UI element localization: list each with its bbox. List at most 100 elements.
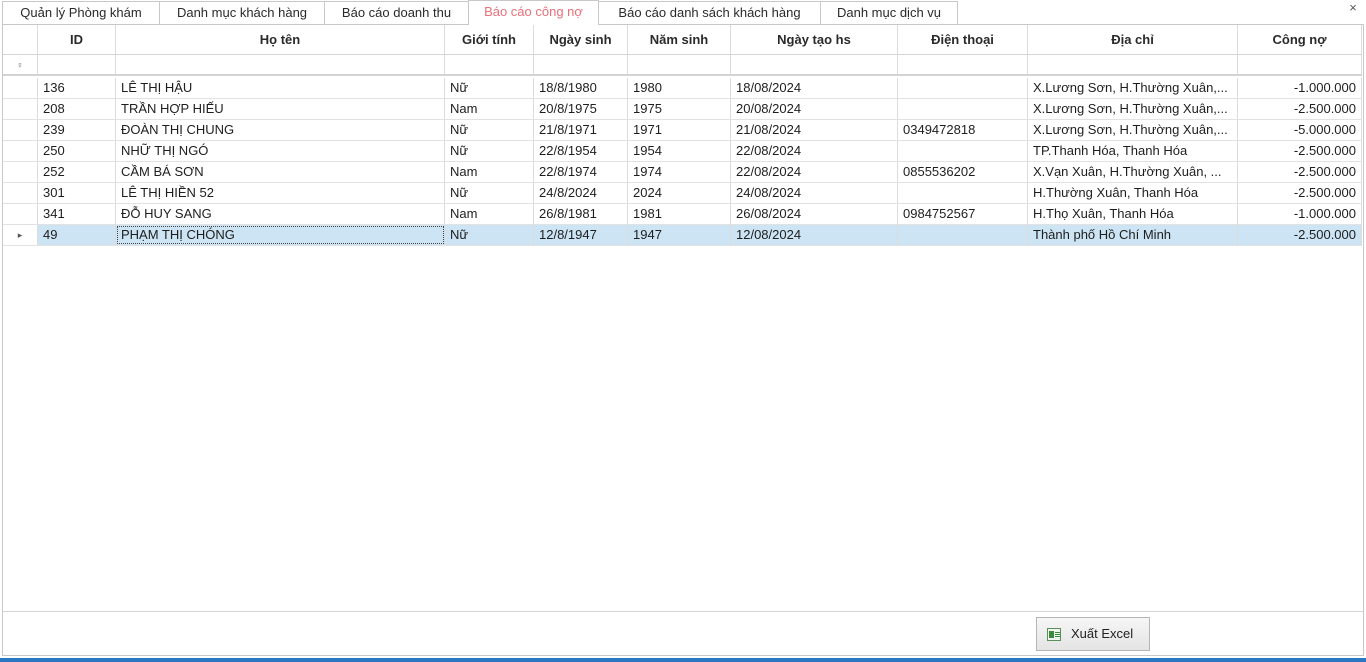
cell-dien-thoai[interactable]: 0855536202: [898, 162, 1028, 182]
cell-id[interactable]: 208: [38, 99, 116, 119]
cell-cong-no[interactable]: -1.000.000: [1238, 78, 1362, 98]
table-row[interactable]: 208 TRẦN HỢP HIẾU Nam 20/8/1975 1975 20/08/20…: [3, 99, 1362, 120]
filter-cell-gioi-tinh[interactable]: [445, 55, 534, 74]
column-header-dia-chi[interactable]: Địa chỉ: [1028, 25, 1238, 54]
row-indicator[interactable]: [3, 204, 38, 224]
table-row[interactable]: 136 LÊ THỊ HẬU Nữ 18/8/1980 1980 18/08/2024 X.…: [3, 78, 1362, 99]
column-header-ngay-tao-hs[interactable]: Ngày tạo hs: [731, 25, 898, 54]
table-row[interactable]: ▸ 49 PHẠM THỊ CHÓNG Nữ 12/8/1947 1947 12/08/20…: [3, 225, 1362, 246]
filter-cell-dia-chi[interactable]: [1028, 55, 1238, 74]
cell-ngay-tao-hs[interactable]: 20/08/2024: [731, 99, 898, 119]
cell-dien-thoai[interactable]: 0349472818: [898, 120, 1028, 140]
filter-cell-cong-no[interactable]: [1238, 55, 1362, 74]
cell-dia-chi[interactable]: X.Lương Sơn, H.Thường Xuân,...: [1028, 99, 1238, 119]
cell-gioi-tinh[interactable]: Nam: [445, 99, 534, 119]
current-row-indicator-icon[interactable]: ▸: [3, 225, 38, 245]
cell-ngay-tao-hs[interactable]: 26/08/2024: [731, 204, 898, 224]
cell-gioi-tinh[interactable]: Nữ: [445, 141, 534, 161]
cell-id[interactable]: 250: [38, 141, 116, 161]
cell-dia-chi[interactable]: X.Lương Sơn, H.Thường Xuân,...: [1028, 78, 1238, 98]
cell-cong-no[interactable]: -1.000.000: [1238, 204, 1362, 224]
cell-ho-ten[interactable]: ĐỖ HUY SANG: [116, 204, 445, 224]
cell-dien-thoai[interactable]: 0984752567: [898, 204, 1028, 224]
cell-ngay-tao-hs[interactable]: 22/08/2024: [731, 141, 898, 161]
cell-nam-sinh[interactable]: 2024: [628, 183, 731, 203]
cell-cong-no[interactable]: -2.500.000: [1238, 141, 1362, 161]
cell-ngay-sinh[interactable]: 24/8/2024: [534, 183, 628, 203]
cell-dien-thoai[interactable]: [898, 183, 1028, 203]
column-header-nam-sinh[interactable]: Năm sinh: [628, 25, 731, 54]
cell-nam-sinh[interactable]: 1947: [628, 225, 731, 245]
cell-cong-no[interactable]: -2.500.000: [1238, 225, 1362, 245]
cell-ho-ten[interactable]: LÊ THỊ HẬU: [116, 78, 445, 98]
cell-ngay-sinh[interactable]: 21/8/1971: [534, 120, 628, 140]
column-header-ngay-sinh[interactable]: Ngày sinh: [534, 25, 628, 54]
cell-gioi-tinh[interactable]: Nữ: [445, 183, 534, 203]
row-indicator[interactable]: [3, 183, 38, 203]
cell-nam-sinh[interactable]: 1971: [628, 120, 731, 140]
close-tab-icon[interactable]: ×: [1346, 1, 1360, 16]
cell-ho-ten[interactable]: ĐOÀN THỊ CHUNG: [116, 120, 445, 140]
filter-cell-ngay-sinh[interactable]: [534, 55, 628, 74]
cell-gioi-tinh[interactable]: Nữ: [445, 225, 534, 245]
cell-nam-sinh[interactable]: 1975: [628, 99, 731, 119]
filter-cell-ngay-tao-hs[interactable]: [731, 55, 898, 74]
row-indicator[interactable]: [3, 78, 38, 98]
tab-bao-cao-doanh-thu[interactable]: Báo cáo doanh thu: [324, 1, 469, 24]
cell-dien-thoai[interactable]: [898, 99, 1028, 119]
cell-id[interactable]: 49: [38, 225, 116, 245]
tab-danh-muc-khach-hang[interactable]: Danh mục khách hàng: [159, 1, 325, 24]
cell-dien-thoai[interactable]: [898, 141, 1028, 161]
cell-nam-sinh[interactable]: 1954: [628, 141, 731, 161]
column-header-gioi-tinh[interactable]: Giới tính: [445, 25, 534, 54]
filter-cell-dien-thoai[interactable]: [898, 55, 1028, 74]
cell-dia-chi[interactable]: X.Lương Sơn, H.Thường Xuân,...: [1028, 120, 1238, 140]
cell-ngay-sinh[interactable]: 12/8/1947: [534, 225, 628, 245]
cell-ngay-sinh[interactable]: 26/8/1981: [534, 204, 628, 224]
cell-cong-no[interactable]: -2.500.000: [1238, 99, 1362, 119]
cell-nam-sinh[interactable]: 1981: [628, 204, 731, 224]
cell-id[interactable]: 341: [38, 204, 116, 224]
cell-ngay-tao-hs[interactable]: 12/08/2024: [731, 225, 898, 245]
cell-id[interactable]: 301: [38, 183, 116, 203]
cell-ngay-sinh[interactable]: 20/8/1975: [534, 99, 628, 119]
row-indicator[interactable]: [3, 99, 38, 119]
cell-ngay-tao-hs[interactable]: 18/08/2024: [731, 78, 898, 98]
cell-ngay-tao-hs[interactable]: 22/08/2024: [731, 162, 898, 182]
tab-bao-cao-danh-sach-khach-hang[interactable]: Báo cáo danh sách khách hàng: [598, 1, 821, 24]
cell-gioi-tinh[interactable]: Nữ: [445, 78, 534, 98]
cell-dia-chi[interactable]: H.Thọ Xuân, Thanh Hóa: [1028, 204, 1238, 224]
cell-ho-ten[interactable]: TRẦN HỢP HIẾU: [116, 99, 445, 119]
cell-ngay-sinh[interactable]: 22/8/1954: [534, 141, 628, 161]
cell-id[interactable]: 252: [38, 162, 116, 182]
tab-bao-cao-cong-no[interactable]: Báo cáo công nợ: [468, 0, 599, 25]
cell-cong-no[interactable]: -2.500.000: [1238, 162, 1362, 182]
cell-dia-chi[interactable]: TP.Thanh Hóa, Thanh Hóa: [1028, 141, 1238, 161]
cell-ho-ten[interactable]: NHỮ THỊ NGÓ: [116, 141, 445, 161]
table-row[interactable]: 252 CẦM BÁ SƠN Nam 22/8/1974 1974 22/08/2024 0…: [3, 162, 1362, 183]
cell-id[interactable]: 136: [38, 78, 116, 98]
cell-dien-thoai[interactable]: [898, 225, 1028, 245]
cell-ngay-tao-hs[interactable]: 24/08/2024: [731, 183, 898, 203]
cell-ho-ten[interactable]: LÊ THỊ HIỀN 52: [116, 183, 445, 203]
column-header-ho-ten[interactable]: Họ tên: [116, 25, 445, 54]
table-row[interactable]: 250 NHỮ THỊ NGÓ Nữ 22/8/1954 1954 22/08/2024 T…: [3, 141, 1362, 162]
cell-dia-chi[interactable]: H.Thường Xuân, Thanh Hóa: [1028, 183, 1238, 203]
column-header-cong-no[interactable]: Công nợ: [1238, 25, 1362, 54]
tab-danh-muc-dich-vu[interactable]: Danh mục dịch vụ: [820, 1, 958, 24]
column-header-id[interactable]: ID: [38, 25, 116, 54]
column-header-dien-thoai[interactable]: Điện thoại: [898, 25, 1028, 54]
filter-cell-id[interactable]: [38, 55, 116, 74]
cell-ho-ten[interactable]: CẦM BÁ SƠN: [116, 162, 445, 182]
cell-id[interactable]: 239: [38, 120, 116, 140]
table-row[interactable]: 239 ĐOÀN THỊ CHUNG Nữ 21/8/1971 1971 21/08/20…: [3, 120, 1362, 141]
cell-ngay-sinh[interactable]: 22/8/1974: [534, 162, 628, 182]
cell-gioi-tinh[interactable]: Nữ: [445, 120, 534, 140]
row-indicator[interactable]: [3, 141, 38, 161]
row-indicator[interactable]: [3, 162, 38, 182]
cell-dia-chi[interactable]: Thành phố Hồ Chí Minh: [1028, 225, 1238, 245]
filter-cell-ho-ten[interactable]: [116, 55, 445, 74]
cell-nam-sinh[interactable]: 1980: [628, 78, 731, 98]
filter-cell-nam-sinh[interactable]: [628, 55, 731, 74]
cell-ngay-tao-hs[interactable]: 21/08/2024: [731, 120, 898, 140]
